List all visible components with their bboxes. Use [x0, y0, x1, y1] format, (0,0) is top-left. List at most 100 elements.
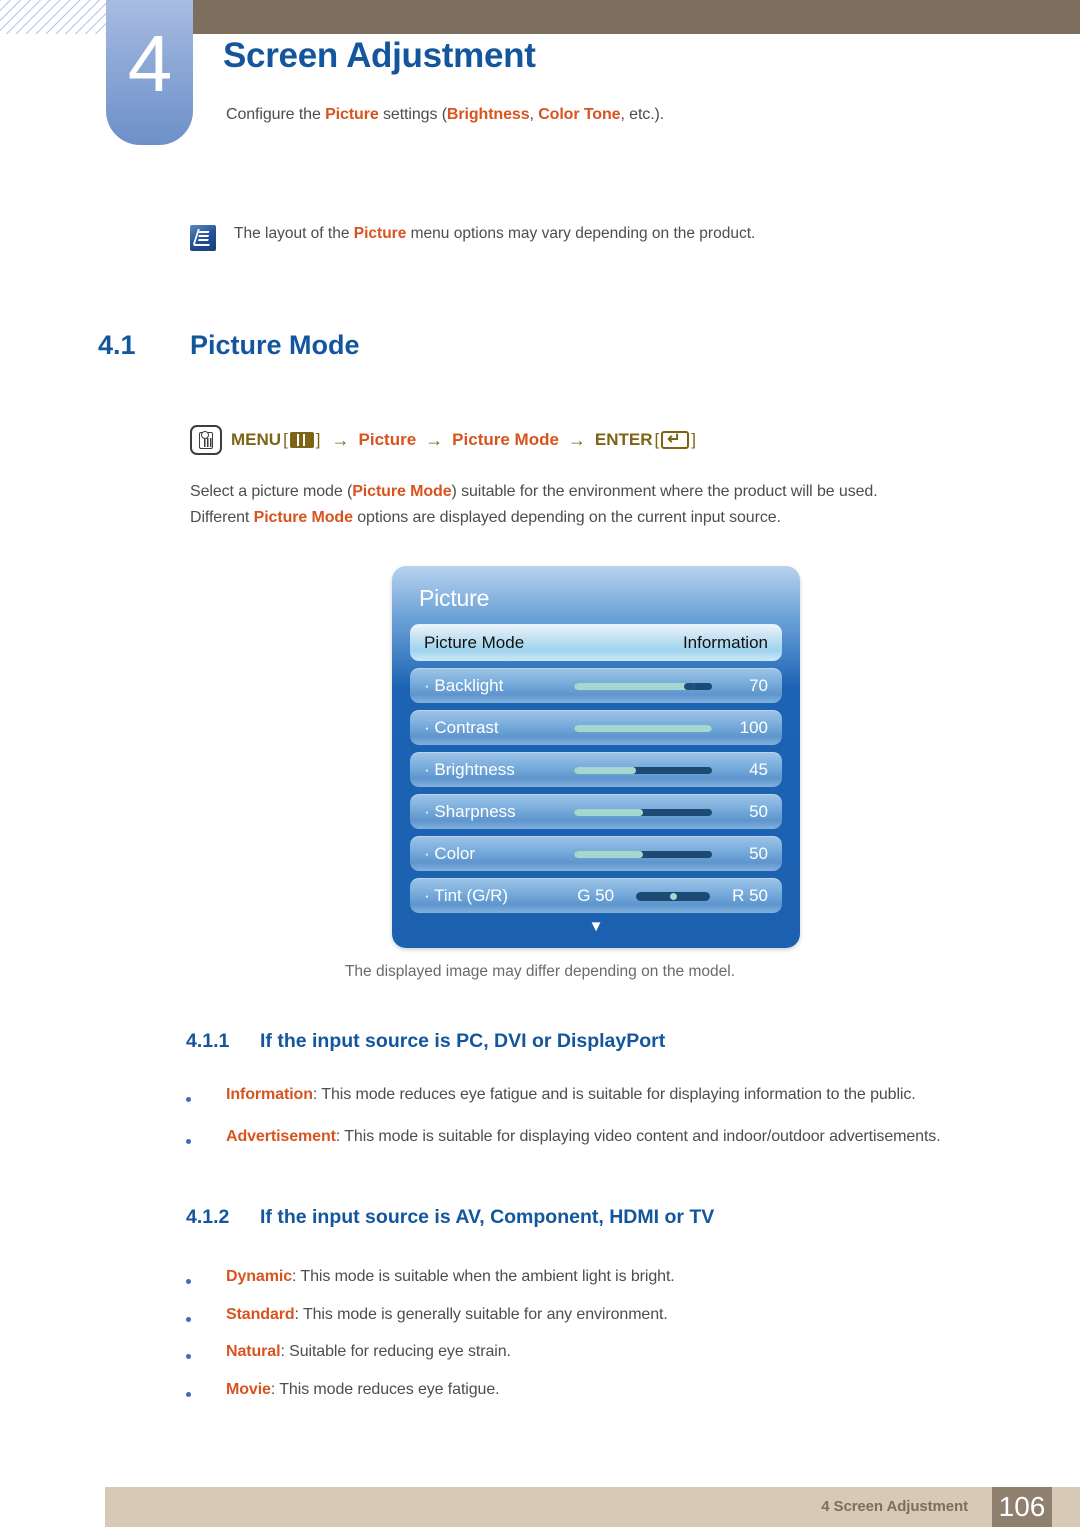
osd-slider[interactable]: [574, 850, 712, 858]
list-item-description: : This mode is suitable when the ambient…: [292, 1268, 675, 1285]
list-item: Movie: This mode reduces eye fatigue.: [186, 1377, 1022, 1403]
bracket-close-menu: ]: [315, 430, 321, 449]
osd-row[interactable]: Picture Mode Information: [410, 624, 782, 661]
page-number: 106: [992, 1487, 1052, 1527]
osd-row[interactable]: · Color 50: [410, 836, 782, 871]
osd-row[interactable]: · Backlight 70: [410, 668, 782, 703]
osd-row-value: 70: [749, 676, 768, 695]
osd-slider[interactable]: [574, 682, 712, 690]
bullet-dot-icon: [186, 1082, 226, 1107]
osd-title: Picture: [419, 585, 490, 611]
osd-row-value: 50: [749, 844, 768, 863]
list-item-text: Information: This mode reduces eye fatig…: [226, 1082, 916, 1108]
intro-paragraph-line1: Select a picture mode (Picture Mode) sui…: [190, 479, 1022, 505]
intro-line2-p1: Different: [190, 509, 254, 527]
osd-row-value: Information: [682, 633, 768, 652]
subsection-number: 4.1.1: [186, 1030, 230, 1052]
footer-bar: 4 Screen Adjustment 106: [105, 1487, 1080, 1527]
path-arrow-1: →: [331, 429, 350, 450]
touch-button-icon: [190, 425, 222, 455]
osd-tint-right-value: R 50: [732, 886, 768, 905]
osd-slider[interactable]: [574, 766, 712, 774]
osd-row-label: · Brightness: [424, 760, 515, 779]
osd-row-value: 45: [749, 760, 768, 779]
subsection-heading: 4.1.2 If the input source is AV, Componen…: [186, 1206, 714, 1229]
intro-line1-p2: ) suitable for the environment where the…: [451, 483, 878, 500]
note-text-p1: The layout of the: [234, 225, 354, 242]
list-item-term: Information: [226, 1086, 313, 1103]
osd-row-list: Picture Mode Information · Backlight 70 · Co…: [410, 624, 782, 913]
osd-tint-bar[interactable]: [636, 891, 711, 901]
path-arrow-2: →: [425, 429, 444, 450]
osd-scroll-down-icon[interactable]: ▼: [410, 919, 782, 934]
path-step-picture-mode: Picture Mode: [452, 430, 559, 449]
chapter-subtitle-p4: , etc.).: [620, 106, 665, 123]
list-item-term: Standard: [226, 1305, 295, 1323]
list-item-term: Movie: [226, 1380, 271, 1398]
list-item-text: Dynamic: This mode is suitable when the …: [226, 1264, 675, 1290]
chapter-subtitle: Configure the Picture settings (Brightne…: [226, 106, 664, 124]
subsection-bullet-list: Dynamic: This mode is suitable when the …: [186, 1264, 1022, 1414]
section-heading: 4.1 Picture Mode: [98, 330, 360, 361]
list-item-term: Natural: [226, 1343, 281, 1361]
list-item: Natural: Suitable for reducing eye strai…: [186, 1339, 1022, 1365]
osd-slider-fill: [574, 808, 643, 816]
section-title: Picture Mode: [190, 330, 360, 360]
osd-slider[interactable]: [574, 724, 712, 732]
osd-slider[interactable]: [574, 808, 712, 816]
header-bar: [193, 0, 1080, 34]
header-stripe-decoration: [0, 0, 106, 34]
list-item-description: : This mode reduces eye fatigue and is s…: [312, 1086, 916, 1103]
subsection-number: 4.1.2: [186, 1206, 230, 1228]
osd-row[interactable]: · Sharpness 50: [410, 794, 782, 829]
osd-slider-fill: [574, 682, 696, 690]
bracket-open-enter: [: [654, 430, 660, 449]
chapter-number: 4: [127, 18, 172, 108]
footer-text: 4 Screen Adjustment: [821, 1498, 968, 1515]
note-text-p2: menu options may vary depending on the p…: [406, 225, 756, 242]
bullet-dot-icon: [186, 1377, 226, 1402]
menu-label: MENU: [231, 430, 282, 449]
chapter-subtitle-kw2: Brightness: [446, 106, 530, 123]
osd-row-label: · Backlight: [424, 676, 504, 695]
osd-row-value: 100: [739, 718, 768, 737]
enter-label: ENTER: [594, 430, 653, 449]
section-number: 4.1: [98, 330, 136, 360]
chapter-subtitle-p3: ,: [529, 106, 539, 123]
chapter-subtitle-p2: settings (: [378, 106, 447, 123]
list-item-description: : This mode reduces eye fatigue.: [270, 1380, 500, 1398]
note-text-kw1: Picture: [353, 225, 407, 242]
note-pen-icon: [190, 225, 216, 251]
bullet-dot-icon: [186, 1124, 226, 1149]
chapter-subtitle-kw1: Picture: [325, 106, 379, 123]
chapter-subtitle-kw3: Color Tone: [538, 106, 621, 123]
list-item: Dynamic: This mode is suitable when the …: [186, 1264, 1022, 1290]
list-item-description: : This mode is generally suitable for an…: [294, 1305, 668, 1323]
osd-row[interactable]: · Contrast 100: [410, 710, 782, 745]
osd-tint-knob[interactable]: [669, 892, 677, 900]
chapter-title: Screen Adjustment: [223, 36, 536, 75]
osd-row[interactable]: · Brightness 45: [410, 752, 782, 787]
menu-key-icon: [289, 432, 314, 448]
path-step-picture: Picture: [358, 430, 417, 449]
intro-line1-kw: Picture Mode: [352, 483, 452, 500]
note-text: The layout of the Picture menu options m…: [234, 224, 755, 244]
osd-row-value: 50: [749, 802, 768, 821]
list-item-text: Movie: This mode reduces eye fatigue.: [226, 1377, 500, 1403]
intro-paragraph: Select a picture mode (Picture Mode) sui…: [190, 479, 1022, 532]
subsection-title: If the input source is AV, Component, HD…: [260, 1206, 715, 1228]
intro-line1-p1: Select a picture mode (: [190, 483, 353, 500]
path-arrow-3: →: [567, 429, 586, 450]
osd-row[interactable]: · Tint (G/R) G 50 R 50: [410, 878, 782, 913]
osd-row-label: · Sharpness: [424, 802, 516, 821]
list-item-term: Advertisement: [226, 1127, 336, 1145]
osd-row-label: · Color: [424, 844, 476, 863]
intro-line2-kw: Picture Mode: [253, 509, 353, 527]
osd-tint-control[interactable]: G 50 R 50: [577, 886, 768, 906]
list-item-description: : This mode is suitable for displaying v…: [335, 1127, 941, 1145]
osd-slider-knob[interactable]: [684, 682, 696, 690]
osd-panel: Picture Picture Mode Information · Backlig…: [392, 566, 800, 948]
osd-caption: The displayed image may differ depending…: [344, 963, 736, 980]
list-item-term: Dynamic: [226, 1268, 292, 1285]
chapter-subtitle-p1: Configure the: [226, 106, 326, 123]
